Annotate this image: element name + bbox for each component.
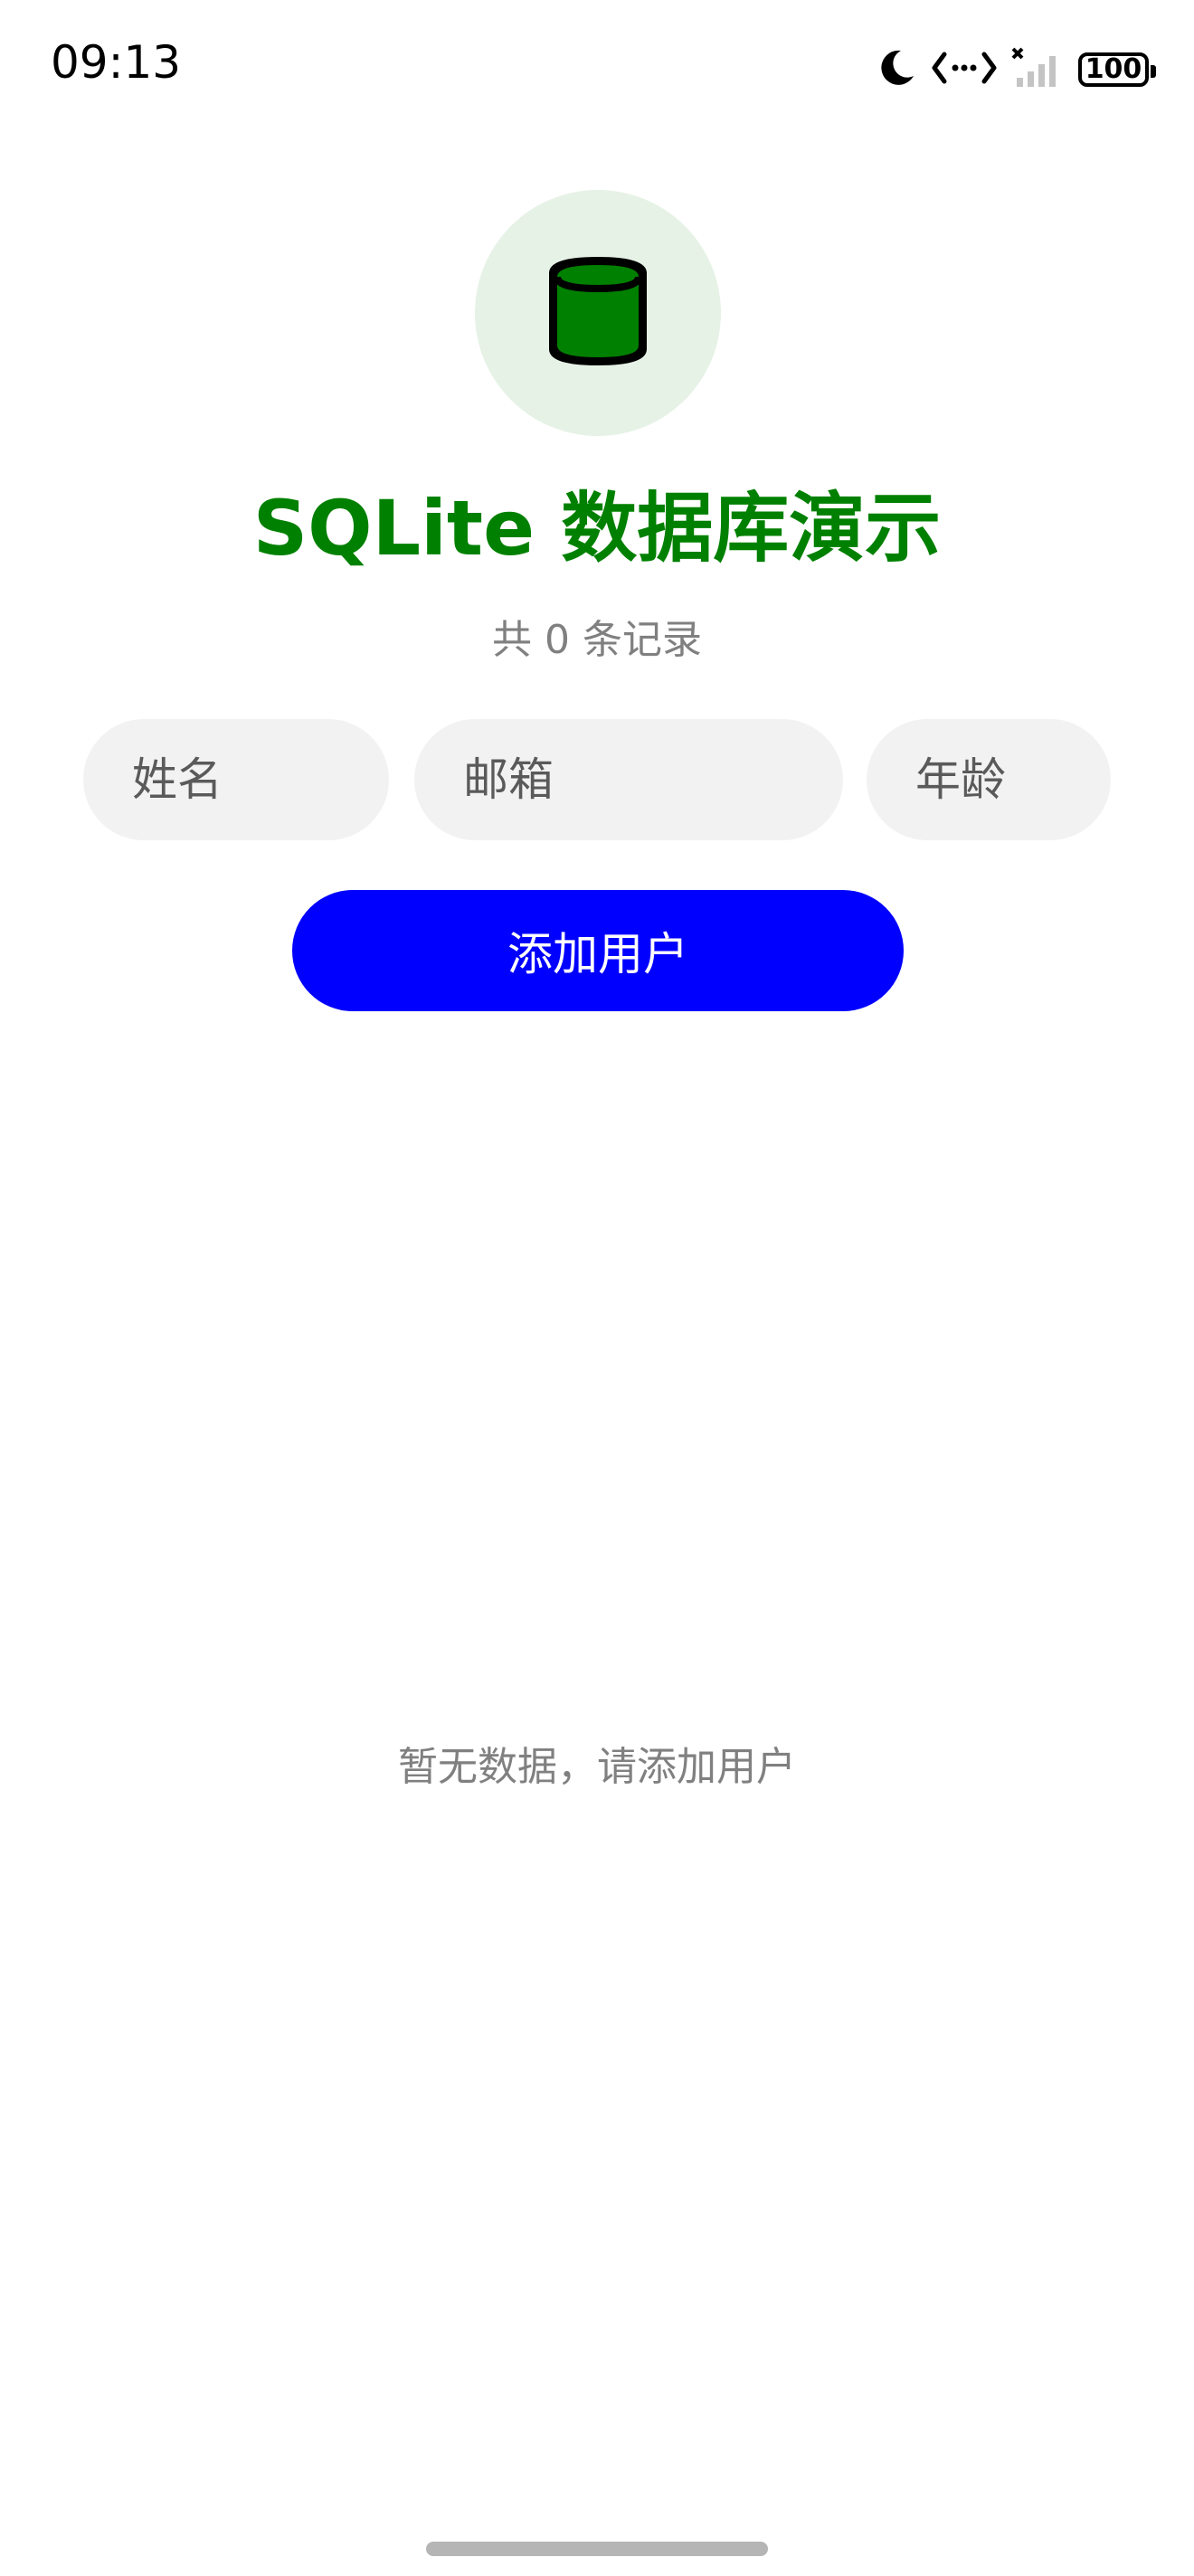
battery-level: 100 [1085, 53, 1142, 85]
battery-icon: 100 [1078, 52, 1156, 87]
status-icons: 100 [876, 47, 1156, 92]
email-input[interactable] [414, 719, 843, 840]
status-bar: 09:13 100 [0, 0, 1194, 136]
record-count: 共 0 条记录 [492, 617, 702, 663]
logo-circle [475, 190, 721, 436]
moon-icon [876, 47, 917, 92]
database-icon [544, 251, 652, 374]
name-input[interactable] [83, 719, 389, 840]
data-transfer-icon [932, 47, 997, 92]
age-input[interactable] [867, 719, 1111, 840]
signal-icon [1011, 47, 1064, 92]
empty-list-message: 暂无数据，请添加用户 [398, 1744, 796, 1790]
page-title: SQLite 数据库演示 [252, 484, 942, 573]
add-user-button[interactable]: 添加用户 [292, 890, 904, 1011]
home-indicator[interactable] [426, 2542, 768, 2556]
status-time: 09:13 [51, 36, 182, 89]
